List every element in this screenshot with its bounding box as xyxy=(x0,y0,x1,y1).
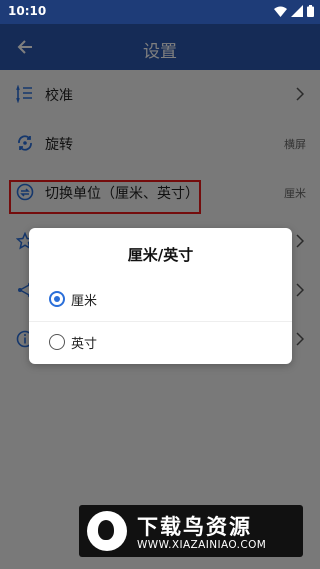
radio-checked[interactable] xyxy=(49,291,65,307)
watermark-logo xyxy=(87,511,127,551)
signal-icon xyxy=(291,5,303,17)
watermark-title: 下载鸟资源 xyxy=(137,515,252,539)
status-icons xyxy=(274,5,314,17)
watermark: 下载鸟资源 WWW.XIAZAINIAO.COM xyxy=(79,505,303,557)
unit-dialog: 厘米/英寸 厘米 英寸 xyxy=(29,228,292,364)
battery-icon xyxy=(307,5,314,17)
option-label: 厘米 xyxy=(71,294,98,309)
option-inch[interactable]: 英寸 xyxy=(29,321,292,361)
option-centimeter[interactable]: 厘米 xyxy=(29,279,292,319)
wifi-icon xyxy=(274,6,287,17)
radio-unchecked[interactable] xyxy=(49,334,65,350)
status-time: 10:10 xyxy=(8,4,47,18)
watermark-url: WWW.XIAZAINIAO.COM xyxy=(137,539,267,551)
option-label: 英寸 xyxy=(71,337,98,352)
status-bar: 10:10 xyxy=(0,0,320,24)
dialog-title: 厘米/英寸 xyxy=(127,246,194,264)
